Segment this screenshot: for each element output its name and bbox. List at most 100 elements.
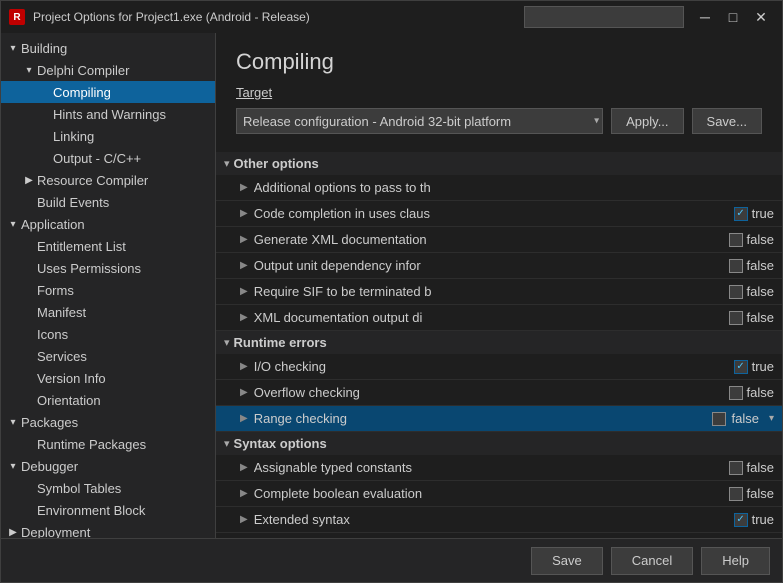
sidebar-item-building[interactable]: ▾ Building <box>1 37 215 59</box>
group-header-other-options[interactable]: ▾ Other options <box>216 152 782 175</box>
row-dropdown-icon[interactable]: ▾ <box>769 413 774 424</box>
sidebar-label-entitlement-list: Entitlement List <box>37 239 215 254</box>
sidebar-item-debugger[interactable]: ▾ Debugger <box>1 455 215 477</box>
option-row[interactable]: ▶ Complete boolean evaluation false <box>216 481 782 507</box>
row-checkbox[interactable] <box>729 285 743 299</box>
option-row[interactable]: ▶ Assignable typed constants false <box>216 455 782 481</box>
close-button[interactable]: ✕ <box>748 4 774 30</box>
row-checkbox[interactable] <box>729 259 743 273</box>
group-label-syntax-options: Syntax options <box>234 436 327 451</box>
row-expand-arrow[interactable]: ▶ <box>240 182 248 193</box>
option-row[interactable]: ▶ XML documentation output di false <box>216 305 782 331</box>
row-checkbox[interactable] <box>734 360 748 374</box>
option-row[interactable]: ▶ Additional options to pass to th <box>216 175 782 201</box>
row-expand-arrow[interactable]: ▶ <box>240 413 248 424</box>
sidebar-item-version-info[interactable]: Version Info <box>1 367 215 389</box>
save-top-button[interactable]: Save... <box>692 108 762 134</box>
option-row[interactable]: ▶ Range checking false ▾ <box>216 406 782 432</box>
option-row[interactable]: ▶ Code completion in uses claus true <box>216 201 782 227</box>
help-button[interactable]: Help <box>701 547 770 575</box>
sidebar-label-application: Application <box>21 217 215 232</box>
row-label: Require SIF to be terminated b <box>254 284 729 299</box>
row-expand-arrow[interactable]: ▶ <box>240 462 248 473</box>
group-arrow-runtime-errors: ▾ <box>224 336 230 349</box>
sidebar-item-application[interactable]: ▾ Application <box>1 213 215 235</box>
sidebar-item-uses-permissions[interactable]: Uses Permissions <box>1 257 215 279</box>
row-expand-arrow[interactable]: ▶ <box>240 260 248 271</box>
tree-arrow-symbol-tables <box>21 480 37 496</box>
row-expand-arrow[interactable]: ▶ <box>240 312 248 323</box>
row-checkbox[interactable] <box>734 513 748 527</box>
minimize-button[interactable]: ─ <box>692 4 718 30</box>
option-row[interactable]: ▶ I/O checking true <box>216 354 782 380</box>
tree-arrow-packages: ▾ <box>5 414 21 430</box>
maximize-button[interactable]: □ <box>720 4 746 30</box>
row-value-text: false <box>747 385 774 400</box>
row-label: Complete boolean evaluation <box>254 486 729 501</box>
option-row[interactable]: ▶ Extended syntax true <box>216 507 782 533</box>
row-expand-arrow[interactable]: ▶ <box>240 387 248 398</box>
row-value-wrap: false <box>729 258 774 273</box>
option-row[interactable]: ▶ Overflow checking false <box>216 380 782 406</box>
option-row[interactable]: ▶ Require SIF to be terminated b false <box>216 279 782 305</box>
sidebar-item-orientation[interactable]: Orientation <box>1 389 215 411</box>
group-header-syntax-options[interactable]: ▾ Syntax options <box>216 432 782 455</box>
row-expand-arrow[interactable]: ▶ <box>240 514 248 525</box>
bottom-bar: Save Cancel Help <box>1 538 782 582</box>
save-button[interactable]: Save <box>531 547 603 575</box>
apply-button[interactable]: Apply... <box>611 108 683 134</box>
sidebar-item-packages[interactable]: ▾ Packages <box>1 411 215 433</box>
sidebar-item-services[interactable]: Services <box>1 345 215 367</box>
row-checkbox[interactable] <box>734 207 748 221</box>
sidebar-item-output-c[interactable]: Output - C/C++ <box>1 147 215 169</box>
row-expand-arrow[interactable]: ▶ <box>240 286 248 297</box>
tree-arrow-environment-block <box>21 502 37 518</box>
row-expand-arrow[interactable]: ▶ <box>240 208 248 219</box>
sidebar-item-forms[interactable]: Forms <box>1 279 215 301</box>
row-checkbox[interactable] <box>729 461 743 475</box>
group-arrow-other-options: ▾ <box>224 157 230 170</box>
row-expand-arrow[interactable]: ▶ <box>240 361 248 372</box>
sidebar-item-hints-warnings[interactable]: Hints and Warnings <box>1 103 215 125</box>
cancel-button[interactable]: Cancel <box>611 547 693 575</box>
sidebar-item-linking[interactable]: Linking <box>1 125 215 147</box>
row-checkbox[interactable] <box>729 311 743 325</box>
row-checkbox[interactable] <box>729 487 743 501</box>
row-value-wrap: false <box>729 232 774 247</box>
row-value-text: true <box>752 206 774 221</box>
sidebar-item-symbol-tables[interactable]: Symbol Tables <box>1 477 215 499</box>
row-value-text: false <box>747 258 774 273</box>
option-row[interactable]: ▶ Open parameters true <box>216 533 782 538</box>
sidebar-label-building: Building <box>21 41 215 56</box>
tree-arrow-application: ▾ <box>5 216 21 232</box>
row-label: Extended syntax <box>254 512 734 527</box>
group-header-runtime-errors[interactable]: ▾ Runtime errors <box>216 331 782 354</box>
row-value-wrap: true <box>734 359 774 374</box>
sidebar-label-runtime-packages: Runtime Packages <box>37 437 215 452</box>
sidebar-item-icons[interactable]: Icons <box>1 323 215 345</box>
sidebar-item-resource-compiler[interactable]: ▶ Resource Compiler <box>1 169 215 191</box>
sidebar-label-debugger: Debugger <box>21 459 215 474</box>
sidebar-item-environment-block[interactable]: Environment Block <box>1 499 215 521</box>
sidebar-item-manifest[interactable]: Manifest <box>1 301 215 323</box>
tree-arrow-manifest <box>21 304 37 320</box>
search-input[interactable] <box>524 6 684 28</box>
sidebar-item-compiling[interactable]: Compiling <box>1 81 215 103</box>
row-checkbox[interactable] <box>729 386 743 400</box>
row-checkbox[interactable] <box>712 412 726 426</box>
sidebar-label-services: Services <box>37 349 215 364</box>
target-select[interactable]: Release configuration - Android 32-bit p… <box>236 108 603 134</box>
option-row[interactable]: ▶ Generate XML documentation false <box>216 227 782 253</box>
sidebar-item-runtime-packages[interactable]: Runtime Packages <box>1 433 215 455</box>
row-checkbox[interactable] <box>729 233 743 247</box>
target-label: Target <box>236 85 272 100</box>
sidebar-label-forms: Forms <box>37 283 215 298</box>
row-expand-arrow[interactable]: ▶ <box>240 488 248 499</box>
sidebar-item-delphi-compiler[interactable]: ▾ Delphi Compiler <box>1 59 215 81</box>
sidebar-item-build-events[interactable]: Build Events <box>1 191 215 213</box>
sidebar-item-entitlement-list[interactable]: Entitlement List <box>1 235 215 257</box>
sidebar-item-deployment[interactable]: ▶ Deployment <box>1 521 215 538</box>
tree-arrow-linking <box>37 128 53 144</box>
row-expand-arrow[interactable]: ▶ <box>240 234 248 245</box>
option-row[interactable]: ▶ Output unit dependency infor false <box>216 253 782 279</box>
